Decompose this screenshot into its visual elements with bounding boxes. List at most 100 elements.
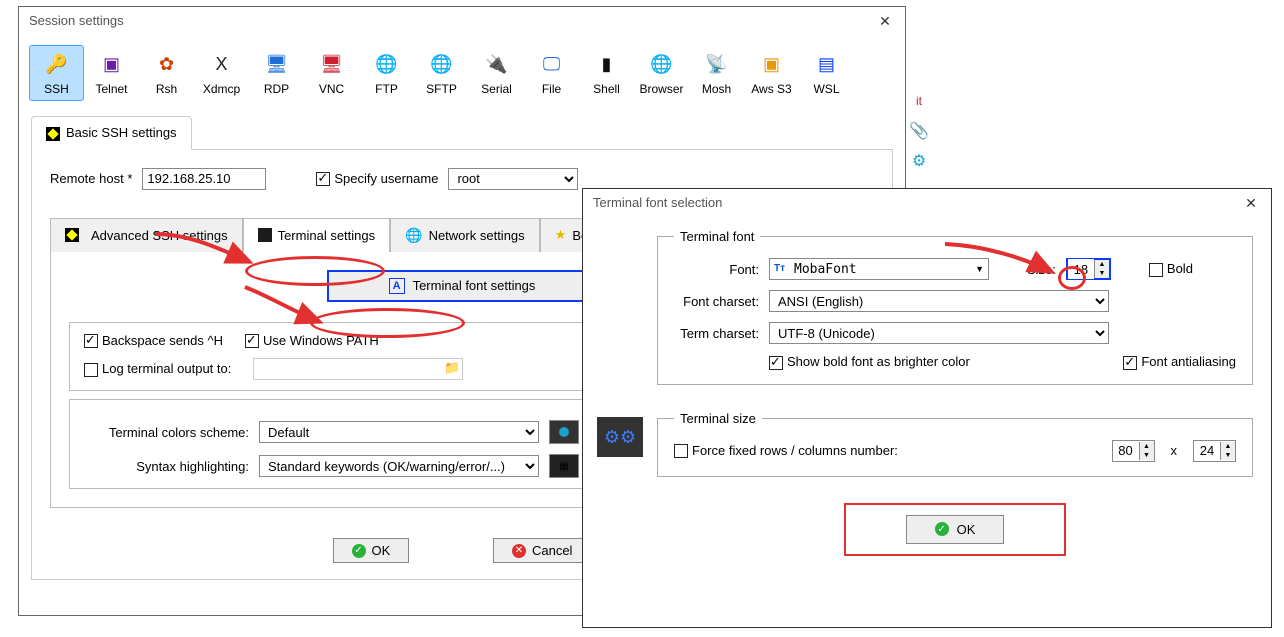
log-output-label: Log terminal output to: — [102, 361, 231, 376]
backspace-checkbox[interactable]: Backspace sends ^H — [84, 333, 223, 349]
rows-spinner[interactable]: ▲▼ — [1193, 440, 1236, 462]
session-ok-label: OK — [372, 543, 391, 558]
spin-up-icon[interactable]: ▲ — [1140, 442, 1154, 451]
protocol-rdp[interactable]: 🖥RDP — [249, 45, 304, 101]
protocol-rsh[interactable]: ✿Rsh — [139, 45, 194, 101]
session-cancel-button[interactable]: ✕Cancel — [493, 538, 591, 563]
term-charset-select[interactable]: UTF-8 (Unicode) — [769, 322, 1109, 344]
protocol-file-label: File — [525, 82, 578, 96]
truetype-icon: Tᴛ — [774, 263, 788, 275]
sftp-icon: 🌐 — [415, 52, 468, 76]
session-ok-button[interactable]: ✓ OK — [333, 538, 410, 563]
session-title: Session settings — [29, 7, 875, 35]
font-size-input[interactable] — [1068, 259, 1094, 279]
spin-down-icon[interactable]: ▼ — [1221, 451, 1235, 460]
x-separator: x — [1165, 443, 1184, 458]
protocol-telnet[interactable]: ▣ Telnet — [84, 45, 139, 101]
remote-host-input[interactable] — [142, 168, 266, 190]
protocol-serial[interactable]: 🔌Serial — [469, 45, 524, 101]
vnc-icon: 🖥 — [305, 52, 358, 76]
winpath-label: Use Windows PATH — [263, 333, 379, 348]
subtab-terminal-settings-label: Terminal settings — [278, 228, 376, 243]
syntax-highlight-label: Syntax highlighting: — [84, 459, 249, 474]
protocol-telnet-label: Telnet — [85, 82, 138, 96]
size-label: Size: — [1027, 262, 1056, 277]
terminal-font-settings-label: Terminal font settings — [413, 278, 536, 293]
protocol-ssh-label: SSH — [30, 82, 83, 96]
subtab-advanced-ssh[interactable]: Advanced SSH settings — [50, 218, 243, 252]
log-output-path-input[interactable] — [253, 358, 463, 380]
username-select[interactable]: root — [448, 168, 578, 190]
brighter-color-checkbox[interactable]: Show bold font as brighter color — [769, 354, 970, 370]
protocol-file[interactable]: 🖵File — [524, 45, 579, 101]
syntax-preview-button[interactable]: ▦ — [549, 454, 579, 478]
protocol-xdmcp[interactable]: XXdmcp — [194, 45, 249, 101]
terminal-font-fieldset: Terminal font Font: Tᴛ MobaFont ▼ Size: … — [657, 229, 1253, 385]
spin-up-icon[interactable]: ▲ — [1221, 442, 1235, 451]
tab-basic-ssh[interactable]: Basic SSH settings — [31, 116, 192, 150]
colors-scheme-label: Terminal colors scheme: — [84, 425, 249, 440]
spin-up-icon[interactable]: ▲ — [1095, 260, 1109, 269]
key-icon — [46, 127, 60, 141]
terminal-icon — [258, 228, 272, 242]
gears-icon: ⚙⚙ — [597, 417, 643, 457]
protocol-mosh[interactable]: 📡Mosh — [689, 45, 744, 101]
session-cancel-label: Cancel — [532, 543, 572, 558]
telnet-icon: ▣ — [85, 52, 138, 76]
force-fixed-checkbox[interactable]: Force fixed rows / columns number: — [674, 443, 898, 459]
font-size-spinner[interactable]: ▲▼ — [1066, 258, 1111, 280]
protocol-browser-label: Browser — [635, 82, 688, 96]
wsl-icon: ▤ — [800, 52, 853, 76]
protocol-ssh[interactable]: 🔑SSH — [29, 45, 84, 101]
log-output-checkbox[interactable]: Log terminal output to: — [84, 361, 231, 377]
colors-preview-button[interactable] — [549, 420, 579, 444]
subtab-terminal-settings[interactable]: Terminal settings — [243, 218, 391, 252]
specify-username-checkbox[interactable]: Specify username — [316, 171, 438, 187]
font-charset-select[interactable]: ANSI (English) — [769, 290, 1109, 312]
antialiasing-checkbox[interactable]: Font antialiasing — [1123, 354, 1236, 370]
syntax-highlight-select[interactable]: Standard keywords (OK/warning/error/...) — [259, 455, 539, 477]
protocol-browser[interactable]: 🌐Browser — [634, 45, 689, 101]
rdp-icon: 🖥 — [250, 52, 303, 76]
font-window-title: Terminal font selection — [593, 189, 1241, 217]
ftp-icon: 🌐 — [360, 52, 413, 76]
rows-input[interactable] — [1194, 441, 1220, 461]
session-titlebar: Session settings ✕ — [19, 7, 905, 35]
close-icon[interactable]: ✕ — [1241, 189, 1261, 217]
protocol-awss3-label: Aws S3 — [745, 82, 798, 96]
protocol-wsl[interactable]: ▤ WSL — [799, 45, 854, 101]
font-select[interactable]: Tᴛ MobaFont ▼ — [769, 258, 989, 280]
check-icon: ✓ — [352, 544, 366, 558]
protocol-rsh-label: Rsh — [140, 82, 193, 96]
protocol-shell[interactable]: ▮Shell — [579, 45, 634, 101]
spin-down-icon[interactable]: ▼ — [1140, 451, 1154, 460]
columns-spinner[interactable]: ▲▼ — [1112, 440, 1155, 462]
font-ok-label: OK — [957, 522, 976, 537]
protocol-ftp[interactable]: 🌐 FTP — [359, 45, 414, 101]
protocol-ftp-label: FTP — [360, 82, 413, 96]
protocol-wsl-label: WSL — [800, 82, 853, 96]
protocol-row: 🔑SSH▣Telnet✿RshXXdmcp🖥RDP🖥VNC🌐FTP🌐SFTP🔌S… — [19, 35, 905, 107]
subtab-advanced-ssh-label: Advanced SSH settings — [91, 228, 228, 243]
protocol-awss3[interactable]: ▣Aws S3 — [744, 45, 799, 101]
spin-down-icon[interactable]: ▼ — [1095, 269, 1109, 278]
font-ok-button[interactable]: ✓OK — [906, 515, 1005, 544]
chevron-down-icon: ▼ — [975, 264, 984, 274]
bold-checkbox[interactable]: Bold — [1149, 261, 1193, 277]
font-charset-label: Font charset: — [674, 294, 759, 309]
subtab-network-settings-label: Network settings — [429, 228, 525, 243]
font-value: MobaFont — [794, 262, 857, 277]
colors-scheme-select[interactable]: Default — [259, 421, 539, 443]
letter-a-icon: A — [389, 278, 405, 294]
protocol-vnc[interactable]: 🖥VNC — [304, 45, 359, 101]
subtab-network-settings[interactable]: 🌐Network settings — [390, 218, 540, 252]
key-icon — [65, 228, 79, 242]
paperclip-icon: 📎 — [906, 118, 932, 144]
winpath-checkbox[interactable]: Use Windows PATH — [245, 333, 379, 349]
font-label: Font: — [674, 262, 759, 277]
columns-input[interactable] — [1113, 441, 1139, 461]
close-icon[interactable]: ✕ — [875, 7, 895, 35]
xdmcp-icon: X — [195, 52, 248, 76]
protocol-sftp[interactable]: 🌐SFTP — [414, 45, 469, 101]
terminal-font-settings-button[interactable]: A Terminal font settings — [327, 270, 598, 302]
